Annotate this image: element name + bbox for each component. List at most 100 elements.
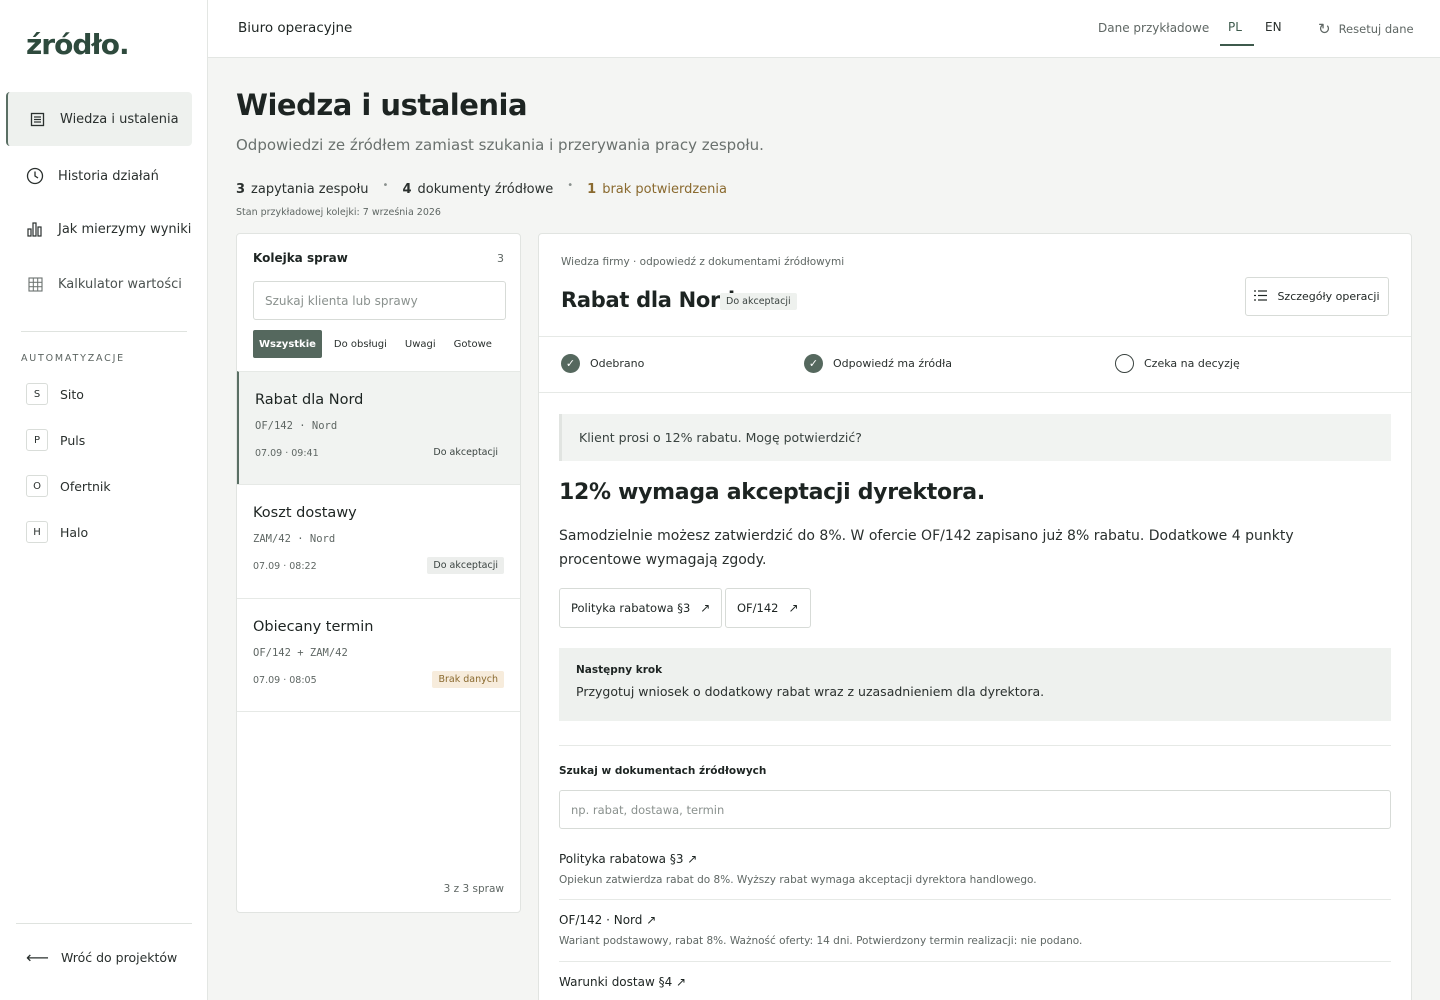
external-link-icon: ↗: [700, 601, 711, 615]
automation-label: Ofertnik: [60, 478, 111, 494]
automation-badge: H: [26, 521, 48, 543]
grid-icon: [26, 275, 44, 293]
queue-item-ref: OF/142 · Nord: [255, 420, 338, 432]
check-icon: ✓: [804, 354, 823, 373]
divider: [559, 899, 1391, 900]
section-label-automations: AUTOMATYZACJE: [21, 353, 125, 364]
source-doc-item: OF/142 · Nord ↗ Wariant podstawowy, raba…: [559, 913, 1391, 947]
lang-en-button[interactable]: EN: [1265, 20, 1282, 34]
operation-details-button[interactable]: Szczegóły operacji: [1245, 277, 1389, 316]
back-to-projects-link[interactable]: ⟵ Wróć do projektów: [26, 948, 177, 967]
queue-search-input[interactable]: [253, 281, 506, 320]
page-title: Wiedza i ustalenia: [236, 88, 528, 122]
sidebar-item-label: Kalkulator wartości: [58, 276, 182, 292]
queue-item-time: 07.09 · 08:05: [253, 675, 317, 686]
stat-unconfirmed: 1 brak potwierdzenia: [587, 182, 727, 197]
back-label: Wróć do projektów: [60, 950, 178, 965]
filter-to-handle[interactable]: Do obsługi: [328, 330, 393, 358]
source-doc-link[interactable]: OF/142 · Nord ↗: [559, 913, 1391, 927]
doc-search-label: Szukaj w dokumentach źródłowych: [559, 765, 767, 777]
automation-label: Halo: [60, 524, 89, 540]
sidebar-divider: [21, 331, 187, 332]
sidebar: źródło. Wiedza i ustalenia Historia dzia…: [0, 0, 208, 1000]
doc-search-input[interactable]: [559, 790, 1391, 829]
filter-notes[interactable]: Uwagi: [399, 330, 442, 358]
list-icon: [28, 110, 46, 128]
filter-done[interactable]: Gotowe: [448, 330, 498, 358]
source-doc-item: Warunki dostaw §4 ↗: [559, 975, 1391, 989]
source-label: OF/142: [737, 601, 779, 615]
step-label: Czeka na decyzję: [1144, 357, 1240, 370]
step-awaiting-decision: Czeka na decyzję: [1115, 354, 1240, 373]
lang-pl-button[interactable]: PL: [1228, 20, 1242, 34]
automation-item-sito[interactable]: S Sito: [26, 383, 84, 405]
list-lines-icon: [1254, 289, 1268, 304]
case-title: Rabat dla Nord: [561, 288, 735, 312]
queue-item[interactable]: Rabat dla Nord OF/142 · Nord 07.09 · 09:…: [237, 371, 520, 485]
next-step-box: Następny krok Przygotuj wniosek o dodatk…: [559, 648, 1391, 721]
divider: [559, 961, 1391, 962]
queue-item-ref: OF/142 + ZAM/42: [253, 647, 348, 659]
sidebar-item-knowledge[interactable]: Wiedza i ustalenia: [6, 92, 192, 146]
queue-footer-count: 3 z 3 spraw: [443, 883, 504, 895]
sidebar-item-calculator[interactable]: Kalkulator wartości: [6, 257, 192, 311]
check-icon: ✓: [561, 354, 580, 373]
automation-badge: O: [26, 475, 48, 497]
status-badge: Brak danych: [432, 671, 504, 688]
source-link-offer[interactable]: OF/142 ↗: [725, 588, 811, 628]
clock-icon: [26, 167, 44, 185]
filter-all[interactable]: Wszystkie: [253, 330, 322, 358]
logo[interactable]: źródło.: [26, 28, 130, 61]
sidebar-item-history[interactable]: Historia działań: [6, 149, 192, 203]
queue-filters: Wszystkie Do obsługi Uwagi Gotowe: [253, 330, 498, 358]
stats-row: 3 zapytania zespołu • 4 dokumenty źródłowe…: [236, 180, 727, 197]
source-doc-link[interactable]: Warunki dostaw §4 ↗: [559, 975, 1391, 989]
automation-item-ofertnik[interactable]: O Ofertnik: [26, 475, 111, 497]
page-subtitle: Odpowiedzi ze źródłem zamiast szukania i…: [236, 136, 764, 154]
answer-body: Samodzielnie możesz zatwierdzić do 8%. W…: [559, 528, 1294, 568]
divider: [539, 336, 1411, 337]
next-step-text: Przygotuj wniosek o dodatkowy rabat wraz…: [576, 684, 1045, 699]
external-link-icon: ↗: [788, 601, 799, 615]
stat-queries: 3 zapytania zespołu: [236, 182, 369, 197]
empty-circle-icon: [1115, 354, 1134, 373]
automation-item-halo[interactable]: H Halo: [26, 521, 88, 543]
sidebar-divider: [16, 923, 192, 924]
step-label: Odebrano: [590, 357, 645, 370]
source-doc-link[interactable]: Polityka rabatowa §3 ↗: [559, 852, 1391, 866]
next-step-label: Następny krok: [576, 664, 663, 676]
queue-item-title: Koszt dostawy: [253, 505, 357, 521]
reset-data-button[interactable]: ↻ Resetuj dane: [1318, 20, 1414, 38]
queue-item[interactable]: Koszt dostawy ZAM/42 · Nord 07.09 · 08:2…: [237, 484, 520, 598]
queue-item-title: Obiecany termin: [253, 619, 374, 635]
sidebar-item-results[interactable]: Jak mierzymy wyniki: [6, 202, 192, 256]
automation-badge: S: [26, 383, 48, 405]
status-badge: Do akceptacji: [433, 447, 498, 458]
sample-data-label: Dane przykładowe: [1098, 21, 1210, 35]
automation-item-puls[interactable]: P Puls: [26, 429, 85, 451]
status-badge: Do akceptacji: [427, 557, 504, 574]
source-doc-desc: Wariant podstawowy, rabat 8%. Ważność of…: [559, 935, 1083, 947]
divider: [539, 392, 1411, 393]
queue-item-ref: ZAM/42 · Nord: [253, 533, 336, 545]
step-received: ✓ Odebrano: [561, 354, 644, 373]
queue-item-time: 07.09 · 09:41: [255, 448, 319, 459]
separator-dot: •: [567, 180, 574, 191]
lang-active-indicator: [1220, 44, 1254, 46]
queue-title: Kolejka spraw: [253, 251, 348, 265]
answer-title: 12% wymaga akceptacji dyrektora.: [559, 480, 985, 505]
queue-item[interactable]: Obiecany termin OF/142 + ZAM/42 07.09 · …: [237, 598, 520, 712]
details-button-label: Szczegóły operacji: [1277, 290, 1380, 303]
step-has-sources: ✓ Odpowiedź ma źródła: [804, 354, 952, 373]
source-link-discount-policy[interactable]: Polityka rabatowa §3 ↗: [559, 588, 723, 628]
divider: [559, 745, 1391, 746]
source-doc-item: Polityka rabatowa §3 ↗ Opiekun zatwierdz…: [559, 852, 1391, 886]
bar-chart-icon: [26, 220, 44, 238]
arrow-left-icon: ⟵: [26, 948, 49, 967]
separator-dot: •: [382, 180, 389, 191]
stat-documents: 4 dokumenty źródłowe: [402, 182, 554, 197]
reset-label: Resetuj dane: [1338, 22, 1414, 36]
topbar: Biuro operacyjne Dane przykładowe PL EN …: [208, 0, 1440, 58]
automation-label: Sito: [60, 386, 84, 402]
workspace-title: Biuro operacyjne: [238, 20, 353, 36]
